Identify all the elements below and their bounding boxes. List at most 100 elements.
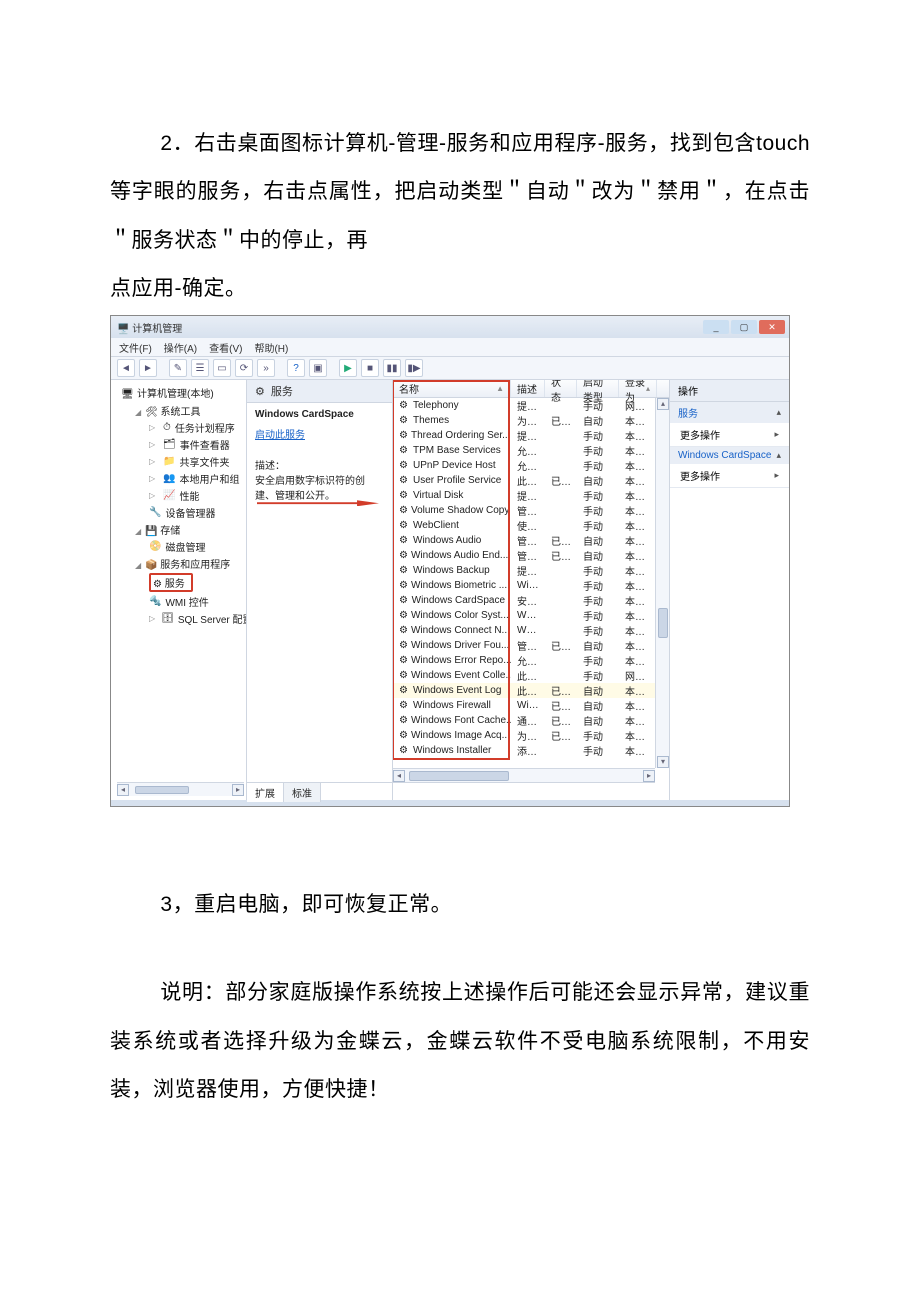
table-row[interactable]: ⚙WebClient使基...手动本地服	[393, 518, 669, 533]
service-name: Windows Color Syst...	[411, 610, 509, 621]
toolbar-btn-3[interactable]: ▭	[213, 359, 231, 377]
horizontal-scrollbar[interactable]: ◂ ▸	[393, 768, 655, 782]
scroll-right-icon[interactable]: ▸	[232, 784, 244, 796]
scroll-left-icon[interactable]: ◂	[393, 770, 405, 782]
gear-icon: ⚙	[399, 475, 410, 486]
tree-wmi[interactable]: 🔩 WMI 控件	[113, 593, 244, 610]
forward-button[interactable]: ►	[139, 359, 157, 377]
vertical-scrollbar[interactable]: ▴ ▾	[655, 398, 669, 768]
toolbar-btn-4[interactable]: »	[257, 359, 275, 377]
actions-more-1[interactable]: 更多操作▸	[670, 423, 789, 446]
table-row[interactable]: ⚙Windows Color Syst...Wcs...手动本地服	[393, 608, 669, 623]
tree-eventviewer[interactable]: ▷🗂 事件查看器	[113, 436, 244, 453]
tree-sharedfolders[interactable]: ▷📁 共享文件夹	[113, 453, 244, 470]
tab-extended[interactable]: 扩展	[247, 782, 284, 802]
table-row[interactable]: ⚙User Profile Service此服...已启动自动本地系	[393, 473, 669, 488]
actions-services-title[interactable]: 服务▴	[670, 402, 789, 423]
service-name: Windows CardSpace	[412, 595, 505, 606]
table-row[interactable]: ⚙Windows FirewallWin...已启动自动本地服	[393, 698, 669, 713]
table-row[interactable]: ⚙Windows Installer添加...手动本地系	[393, 743, 669, 758]
gear-icon: ⚙	[399, 655, 408, 666]
table-row[interactable]: ⚙Windows Backup提供 ...手动本地系	[393, 563, 669, 578]
tree-devicemanager[interactable]: 🔧 设备管理器	[113, 504, 244, 521]
actions-selected-title[interactable]: Windows CardSpace▴	[670, 447, 789, 464]
table-row[interactable]: ⚙Themes为用...已启动自动本地系	[393, 413, 669, 428]
gear-icon: ⚙	[399, 460, 410, 471]
toolbar-btn-5[interactable]: ▣	[309, 359, 327, 377]
table-row[interactable]: ⚙Windows Error Repo...允许...手动本地系	[393, 653, 669, 668]
col-name[interactable]: 名称 ▲	[393, 380, 511, 397]
table-row[interactable]: ⚙Virtual Disk提供...手动本地系	[393, 488, 669, 503]
tree-performance[interactable]: ▷📈 性能	[113, 487, 244, 504]
gear-icon: ⚙	[255, 385, 265, 398]
minimize-button[interactable]: _	[703, 320, 729, 334]
service-status: 已启动	[545, 413, 577, 428]
service-status: 已启动	[545, 713, 577, 728]
actions-more-2[interactable]: 更多操作▸	[670, 464, 789, 487]
toolbar-btn-2[interactable]: ☰	[191, 359, 209, 377]
table-row[interactable]: ⚙Windows Audio End...管理 ...已启动自动本地系	[393, 548, 669, 563]
table-row[interactable]: ⚙TPM Base Services允许...手动本地服	[393, 443, 669, 458]
table-row[interactable]: ⚙Windows Connect N...WC...手动本地服	[393, 623, 669, 638]
chevron-right-icon: ▸	[774, 470, 779, 481]
start-service-link[interactable]: 启动此服务	[255, 426, 305, 441]
close-button[interactable]: ✕	[759, 320, 785, 334]
toolbar-btn-1[interactable]: ✎	[169, 359, 187, 377]
table-row[interactable]: ⚙Windows Driver Fou...管理...已启动自动本地系	[393, 638, 669, 653]
menu-action[interactable]: 操作(A)	[164, 340, 197, 355]
service-status: 已启动	[545, 698, 577, 713]
window-title: 计算机管理	[132, 324, 182, 335]
tree-systools[interactable]: ◢🛠 系统工具	[113, 402, 244, 419]
help-button[interactable]: ?	[287, 359, 305, 377]
tree-sqlconfig[interactable]: ▷🗄 SQL Server 配置管理	[113, 610, 244, 627]
table-row[interactable]: ⚙UPnP Device Host允许 ...手动本地服	[393, 458, 669, 473]
tree-storage[interactable]: ◢💾 存储	[113, 521, 244, 538]
service-name: Windows Event Log	[413, 685, 501, 696]
tree-services[interactable]: ⚙ 服务	[113, 572, 244, 593]
tree-diskmanagement[interactable]: 📀 磁盘管理	[113, 538, 244, 555]
back-button[interactable]: ◄	[117, 359, 135, 377]
service-desc: 此服...	[511, 683, 545, 698]
menu-view[interactable]: 查看(V)	[209, 340, 242, 355]
table-row[interactable]: ⚙Windows Font Cache...通过...已启动自动本地服	[393, 713, 669, 728]
col-status[interactable]: 状态	[545, 380, 577, 397]
tree-hscroll[interactable]: ◂ ▸	[117, 782, 244, 796]
table-row[interactable]: ⚙Windows Audio管理...已启动自动本地服	[393, 533, 669, 548]
service-startup-type: 自动	[577, 548, 619, 563]
menu-file[interactable]: 文件(F)	[119, 340, 152, 355]
tree-servicesapps[interactable]: ◢📦 服务和应用程序	[113, 555, 244, 572]
tree-scheduler[interactable]: ▷⏱ 任务计划程序	[113, 419, 244, 436]
col-startup-type[interactable]: 启动类型	[577, 380, 619, 397]
scroll-thumb[interactable]	[658, 608, 668, 638]
table-row[interactable]: ⚙Telephony提供...手动网络服	[393, 398, 669, 413]
paragraph-3: 3，重启电脑，即可恢复正常。	[110, 881, 810, 929]
maximize-button[interactable]: ▢	[731, 320, 757, 334]
scroll-up-icon[interactable]: ▴	[657, 398, 669, 410]
table-header: 名称 ▲ 描述 状态 启动类型 登录为 ▴	[393, 380, 669, 398]
scroll-thumb[interactable]	[135, 786, 189, 794]
tab-standard[interactable]: 标准	[284, 782, 321, 802]
start-button[interactable]: ▶	[339, 359, 357, 377]
col-logon-as[interactable]: 登录为 ▴	[619, 380, 657, 397]
table-row[interactable]: ⚙Windows CardSpace安全...手动本地系	[393, 593, 669, 608]
tree-localusers[interactable]: ▷👥 本地用户和组	[113, 470, 244, 487]
scroll-thumb[interactable]	[409, 771, 509, 781]
service-startup-type: 手动	[577, 563, 619, 578]
restart-button[interactable]: ▮▶	[405, 359, 423, 377]
refresh-button[interactable]: ⟳	[235, 359, 253, 377]
table-row[interactable]: ⚙Volume Shadow Copy管理...手动本地系	[393, 503, 669, 518]
pause-button[interactable]: ▮▮	[383, 359, 401, 377]
table-row[interactable]: ⚙Windows Event Log此服...已启动自动本地服	[393, 683, 669, 698]
scroll-left-icon[interactable]: ◂	[117, 784, 129, 796]
table-row[interactable]: ⚙Thread Ordering Ser...提供...手动本地服	[393, 428, 669, 443]
table-row[interactable]: ⚙Windows Event Colle...此服...手动网络服	[393, 668, 669, 683]
table-row[interactable]: ⚙Windows Image Acq...为扫...已启动手动本地服	[393, 728, 669, 743]
scroll-down-icon[interactable]: ▾	[657, 756, 669, 768]
col-desc[interactable]: 描述	[511, 380, 545, 397]
scroll-right-icon[interactable]: ▸	[643, 770, 655, 782]
gear-icon: ⚙	[399, 595, 409, 606]
stop-button[interactable]: ■	[361, 359, 379, 377]
tree-root[interactable]: 🖥计算机管理(本地)	[113, 384, 244, 401]
menu-help[interactable]: 帮助(H)	[254, 340, 288, 355]
table-row[interactable]: ⚙Windows Biometric ...Win...手动本地系	[393, 578, 669, 593]
